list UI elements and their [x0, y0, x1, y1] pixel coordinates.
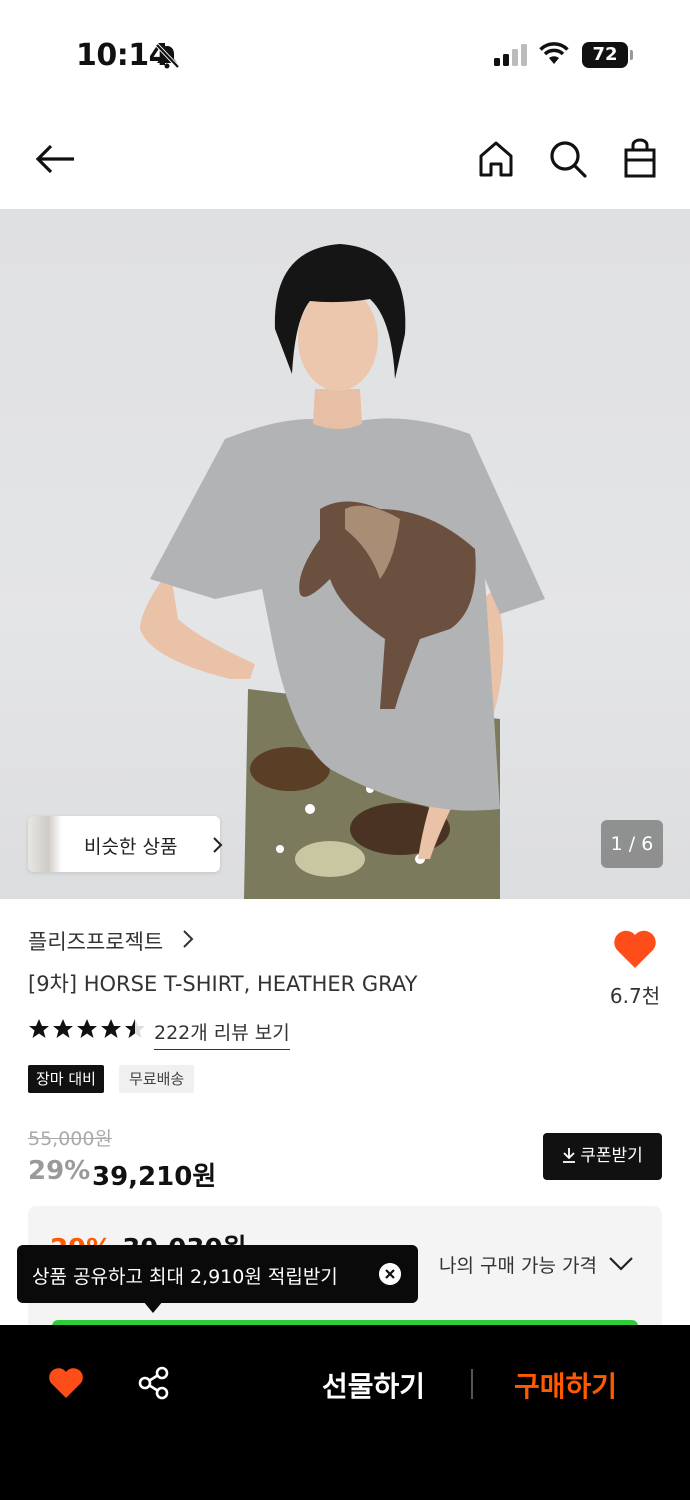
signal-icon — [494, 44, 527, 66]
back-arrow-icon[interactable] — [34, 138, 76, 180]
product-image[interactable] — [0, 209, 690, 899]
close-icon[interactable] — [379, 1263, 401, 1285]
battery-icon: 72 — [582, 42, 628, 68]
bottom-action-bar: 선물하기 구매하기 — [0, 1325, 690, 1500]
available-price-label: 나의 구매 가능 가격 — [439, 1255, 597, 1277]
like-count: 6.7천 — [609, 984, 661, 1008]
chevron-right-icon — [213, 837, 223, 853]
similar-thumbnail — [28, 816, 62, 872]
chevron-down-icon[interactable] — [608, 1256, 634, 1272]
image-pager: 1 / 6 — [601, 820, 663, 868]
buy-button[interactable]: 구매하기 — [514, 1365, 617, 1405]
reviews-link[interactable]: 222개 리뷰 보기 — [154, 1018, 290, 1050]
rating-stars — [28, 1018, 148, 1046]
original-price: 55,000원 — [28, 1128, 112, 1150]
coupon-button[interactable]: 쿠폰받기 — [543, 1133, 662, 1180]
share-icon[interactable] — [136, 1365, 172, 1401]
search-icon[interactable] — [547, 138, 589, 180]
star-rating-icon — [29, 1019, 145, 1038]
tooltip-text: 상품 공유하고 최대 2,910원 적립받기 — [32, 1266, 338, 1288]
coupon-label: 쿠폰받기 — [580, 1146, 643, 1166]
top-nav — [0, 120, 690, 200]
home-icon[interactable] — [475, 138, 517, 180]
chevron-right-icon[interactable] — [182, 929, 194, 949]
status-bar: 10:14 72 — [0, 0, 690, 110]
gift-button[interactable]: 선물하기 — [322, 1365, 425, 1405]
tag-free-shipping: 무료배송 — [119, 1065, 195, 1093]
similar-products-button[interactable]: 비슷한 상품 — [28, 816, 223, 872]
discount-rate: 29% — [28, 1156, 91, 1186]
heart-icon[interactable] — [48, 1367, 84, 1399]
shopping-bag-icon[interactable] — [619, 138, 661, 180]
brand-link[interactable]: 플리즈프로젝트 — [28, 926, 163, 956]
download-icon — [563, 1148, 576, 1163]
product-photo — [140, 244, 545, 899]
similar-label: 비슷한 상품 — [84, 836, 178, 858]
heart-icon[interactable] — [612, 928, 658, 970]
bell-muted-icon — [155, 43, 180, 69]
tooltip-arrow — [143, 1301, 163, 1313]
divider — [471, 1369, 473, 1399]
share-reward-tooltip: 상품 공유하고 최대 2,910원 적립받기 — [17, 1245, 418, 1313]
battery-tip — [630, 50, 633, 60]
sale-price: 39,210원 — [92, 1162, 217, 1192]
product-title: [9차] HORSE T-SHIRT, HEATHER GRAY — [28, 972, 418, 996]
wifi-icon — [539, 42, 569, 64]
tag-rainy-season: 장마 대비 — [28, 1065, 104, 1093]
